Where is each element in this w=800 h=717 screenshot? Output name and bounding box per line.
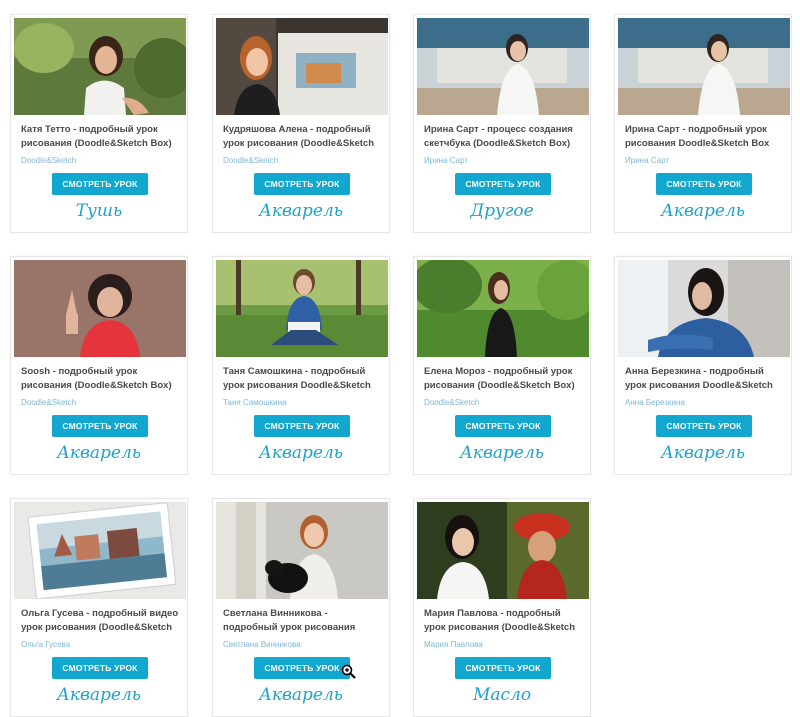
lesson-author-link[interactable]: Мария Павлова (424, 640, 483, 649)
lesson-category: Акварель (660, 201, 746, 221)
lesson-thumbnail[interactable] (417, 18, 589, 115)
watch-lesson-button[interactable]: СМОТРЕТЬ УРОК (455, 657, 551, 679)
lesson-title[interactable]: Ирина Сарт - процесс создания скетчбука … (424, 123, 584, 151)
watch-lesson-button[interactable]: СМОТРЕТЬ УРОК (455, 173, 551, 195)
lesson-card: Ольга Гусева - подробный видео урок рисо… (10, 498, 188, 717)
lesson-category: Акварель (258, 685, 344, 705)
lesson-title[interactable]: Елена Мороз - подробный урок рисования (… (424, 365, 584, 393)
lesson-author-link[interactable]: Светлана Винникова (223, 640, 301, 649)
lesson-author-link[interactable]: Таня Самошкина (223, 398, 286, 407)
watch-lesson-button[interactable]: СМОТРЕТЬ УРОК (52, 415, 148, 437)
lesson-thumbnail[interactable] (14, 502, 186, 599)
lesson-grid: Катя Тетто - подробный урок рисования (D… (0, 0, 800, 717)
lesson-title[interactable]: Таня Самошкина - подробный урок рисовани… (223, 365, 383, 393)
lesson-category: Акварель (56, 443, 142, 463)
lesson-thumbnail[interactable] (216, 18, 388, 115)
lesson-author-link[interactable]: Ирина Сарт (625, 156, 669, 165)
lesson-card: Soosh - подробный урок рисования (Doodle… (10, 256, 188, 475)
lesson-card: Таня Самошкина - подробный урок рисовани… (212, 256, 390, 475)
lesson-card: Елена Мороз - подробный урок рисования (… (413, 256, 591, 475)
lesson-author-link[interactable]: Doodle&Sketch (223, 156, 278, 165)
lesson-title[interactable]: Анна Березкина - подробный урок рисовани… (625, 365, 785, 393)
lesson-title[interactable]: Soosh - подробный урок рисования (Doodle… (21, 365, 181, 393)
lesson-thumbnail[interactable] (216, 260, 388, 357)
lesson-title[interactable]: Ирина Сарт - подробный урок рисования Do… (625, 123, 785, 151)
lesson-title[interactable]: Катя Тетто - подробный урок рисования (D… (21, 123, 181, 151)
lesson-thumbnail[interactable] (618, 260, 790, 357)
lesson-author-link[interactable]: Doodle&Sketch (424, 398, 479, 407)
watch-lesson-button[interactable]: СМОТРЕТЬ УРОК (52, 657, 148, 679)
watch-lesson-button[interactable]: СМОТРЕТЬ УРОК (656, 415, 752, 437)
zoom-in-icon (341, 664, 356, 679)
lesson-thumbnail[interactable] (417, 502, 589, 599)
watch-lesson-button[interactable]: СМОТРЕТЬ УРОК (254, 173, 350, 195)
lesson-author-link[interactable]: Doodle&Sketch (21, 156, 76, 165)
lesson-thumbnail[interactable] (14, 260, 186, 357)
lesson-thumbnail[interactable] (417, 260, 589, 357)
watch-lesson-button[interactable]: СМОТРЕТЬ УРОК (52, 173, 148, 195)
lesson-category: Акварель (56, 685, 142, 705)
lesson-category: Масло (472, 685, 532, 705)
lesson-author-link[interactable]: Анна Березкина (625, 398, 685, 407)
lesson-category: Акварель (258, 443, 344, 463)
lesson-card: Ирина Сарт - процесс создания скетчбука … (413, 14, 591, 233)
lesson-card: Ирина Сарт - подробный урок рисования Do… (614, 14, 792, 233)
lesson-card: Катя Тетто - подробный урок рисования (D… (10, 14, 188, 233)
lesson-card: Кудряшова Алена - подробный урок рисован… (212, 14, 390, 233)
lesson-title[interactable]: Светлана Винникова - подробный урок рисо… (223, 607, 383, 635)
lesson-card: Мария Павлова - подробный урок рисования… (413, 498, 591, 717)
lesson-category: Акварель (459, 443, 545, 463)
lesson-card: Светлана Винникова - подробный урок рисо… (212, 498, 390, 717)
lesson-category: Акварель (660, 443, 746, 463)
lesson-author-link[interactable]: Ирина Сарт (424, 156, 468, 165)
watch-lesson-button[interactable]: СМОТРЕТЬ УРОК (254, 657, 350, 679)
lesson-title[interactable]: Ольга Гусева - подробный видео урок рисо… (21, 607, 181, 635)
lesson-thumbnail[interactable] (216, 502, 388, 599)
lesson-category: Тушь (75, 201, 123, 221)
watch-lesson-button[interactable]: СМОТРЕТЬ УРОК (656, 173, 752, 195)
lesson-category: Акварель (258, 201, 344, 221)
lesson-title[interactable]: Кудряшова Алена - подробный урок рисован… (223, 123, 383, 151)
lesson-thumbnail[interactable] (618, 18, 790, 115)
watch-lesson-button[interactable]: СМОТРЕТЬ УРОК (254, 415, 350, 437)
lesson-thumbnail[interactable] (14, 18, 186, 115)
lesson-category: Другое (470, 201, 534, 221)
watch-lesson-button[interactable]: СМОТРЕТЬ УРОК (455, 415, 551, 437)
lesson-card: Анна Березкина - подробный урок рисовани… (614, 256, 792, 475)
lesson-author-link[interactable]: Ольга Гусева (21, 640, 70, 649)
lesson-author-link[interactable]: Doodle&Sketch (21, 398, 76, 407)
lesson-title[interactable]: Мария Павлова - подробный урок рисования… (424, 607, 584, 635)
